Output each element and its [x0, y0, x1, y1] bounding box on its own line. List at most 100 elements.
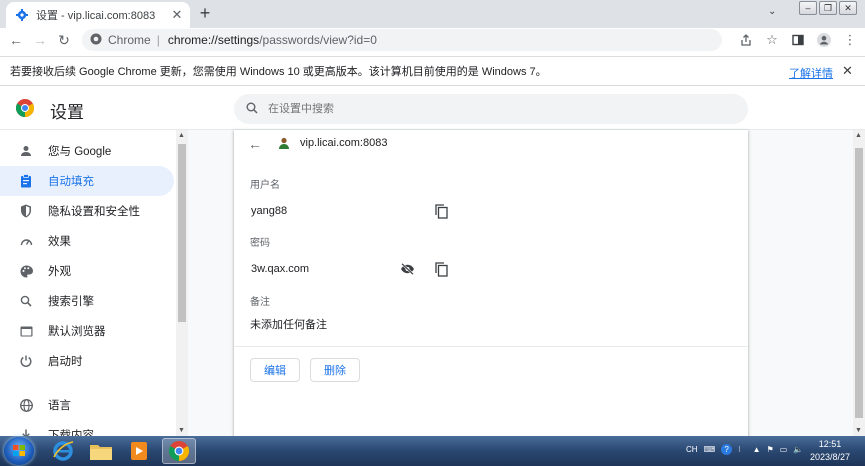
volume-icon[interactable]: 🔈: [793, 445, 803, 454]
delete-button[interactable]: 删除: [310, 358, 360, 382]
menu-kebab-icon[interactable]: ⋮: [839, 30, 861, 50]
start-button[interactable]: [4, 437, 34, 465]
profile-avatar-icon[interactable]: [813, 30, 835, 50]
url-scheme: chrome://: [167, 33, 218, 47]
sidebar-item-on-startup[interactable]: 启动时: [0, 346, 174, 376]
infobar-close-icon[interactable]: ✕: [842, 63, 853, 79]
copy-password-icon[interactable]: [432, 260, 450, 278]
sidebar-item-label: 语言: [48, 400, 71, 412]
password-detail-card: ← vip.licai.com:8083 用户名 yang88 密码 3w.qa…: [234, 130, 748, 436]
scroll-down-arrow-icon[interactable]: ▼: [855, 427, 862, 434]
minimize-button[interactable]: –: [799, 1, 817, 15]
sidebar-scroll-thumb[interactable]: [178, 144, 186, 322]
new-tab-button[interactable]: +: [196, 3, 214, 23]
sidebar-item-privacy[interactable]: 隐私设置和安全性: [0, 196, 174, 226]
reload-icon[interactable]: ↻: [52, 30, 76, 50]
sidebar-item-label: 您与 Google: [48, 146, 112, 158]
update-infobar: 若要接收后续 Google Chrome 更新，您需使用 Windows 10 …: [0, 56, 865, 86]
taskbar-clock[interactable]: 12:51 2023/8/27: [806, 438, 854, 464]
sidebar-item-performance[interactable]: 效果: [0, 226, 174, 256]
settings-search-input[interactable]: [268, 103, 668, 115]
url-host: settings: [217, 33, 260, 47]
sidebar-item-default-browser[interactable]: 默认浏览器: [0, 316, 174, 346]
search-icon: [19, 294, 33, 308]
chrome-logo-icon: [16, 99, 34, 117]
forward-arrow-icon[interactable]: →: [28, 30, 52, 50]
settings-sidebar: 您与 Google 自动填充 隐私设置和安全性 效果 外观 搜索引擎 默认浏览器…: [0, 130, 188, 436]
tab-strip: 设置 - vip.licai.com:8083 ✕ + ⌄ – ❐ ✕: [0, 0, 865, 28]
action-center-flag-icon[interactable]: ⚑: [767, 445, 774, 454]
sidebar-item-search-engine[interactable]: 搜索引擎: [0, 286, 174, 316]
site-favicon-icon: [279, 137, 289, 149]
note-label: 备注: [250, 297, 270, 308]
sidebar-item-label: 自动填充: [48, 176, 94, 188]
restore-button[interactable]: ❐: [819, 1, 837, 15]
sidebar-item-label: 下载内容: [48, 430, 94, 436]
shield-icon: [19, 204, 33, 218]
network-icon[interactable]: ▭: [780, 445, 788, 454]
back-arrow-icon[interactable]: ←: [248, 136, 262, 152]
sidebar-item-label: 默认浏览器: [48, 326, 106, 338]
scroll-up-arrow-icon[interactable]: ▲: [855, 132, 862, 139]
power-icon: [19, 354, 33, 368]
taskbar-media-player-icon[interactable]: [122, 438, 156, 464]
copy-username-icon[interactable]: [432, 202, 450, 220]
sidebar-item-autofill[interactable]: 自动填充: [0, 166, 174, 196]
hide-password-eye-icon[interactable]: [398, 260, 416, 278]
username-label: 用户名: [250, 180, 280, 191]
sidebar-item-label: 隐私设置和安全性: [48, 206, 140, 218]
taskbar-chrome-icon[interactable]: [162, 438, 196, 464]
speedometer-icon: [19, 234, 33, 248]
infobar-message: 若要接收后续 Google Chrome 更新，您需使用 Windows 10 …: [10, 66, 547, 78]
main-scroll-thumb[interactable]: [855, 148, 863, 418]
keyboard-icon[interactable]: ⌨: [704, 445, 716, 454]
clock-date: 2023/8/27: [809, 452, 851, 462]
edit-button[interactable]: 编辑: [250, 358, 300, 382]
input-language[interactable]: CH: [686, 445, 698, 454]
scroll-down-arrow-icon[interactable]: ▼: [178, 427, 185, 434]
settings-main: ← vip.licai.com:8083 用户名 yang88 密码 3w.qa…: [188, 130, 853, 436]
search-icon: [246, 102, 258, 117]
tray-settings-icon[interactable]: ⁝: [738, 445, 741, 454]
taskbar-ie-icon[interactable]: [46, 438, 80, 464]
side-panel-icon[interactable]: [787, 30, 809, 50]
sidebar-item-appearance[interactable]: 外观: [0, 256, 174, 286]
help-icon[interactable]: ?: [721, 444, 733, 455]
settings-header: 设置: [0, 88, 865, 130]
back-arrow-icon[interactable]: ←: [4, 30, 28, 50]
toolbar-actions: ☆ ⋮: [735, 30, 861, 50]
sidebar-item-languages[interactable]: 语言: [0, 390, 174, 420]
browser-toolbar: ← → ↻ Chrome | chrome://settings/passwor…: [0, 28, 865, 52]
sidebar-item-label: 启动时: [48, 356, 83, 368]
address-bar[interactable]: Chrome | chrome://settings/passwords/vie…: [82, 29, 722, 51]
window-controls: – ❐ ✕: [799, 1, 857, 15]
note-value: 未添加任何备注: [250, 319, 327, 331]
bookmark-star-icon[interactable]: ☆: [761, 30, 783, 50]
window-close-button[interactable]: ✕: [839, 1, 857, 15]
password-value[interactable]: 3w.qax.com: [251, 263, 309, 275]
card-divider: [234, 346, 748, 347]
tab-search-chevron-icon[interactable]: ⌄: [768, 6, 776, 17]
sidebar-item-downloads[interactable]: 下载内容: [0, 420, 174, 436]
sidebar-item-label: 外观: [48, 266, 71, 278]
settings-search-box[interactable]: [234, 94, 748, 124]
tab-close-icon[interactable]: ✕: [168, 7, 186, 23]
main-scrollbar[interactable]: ▲ ▼: [853, 130, 865, 436]
taskbar-explorer-icon[interactable]: [84, 438, 118, 464]
chrome-site-icon: [90, 33, 102, 48]
sidebar-scrollbar[interactable]: ▲ ▼: [176, 130, 188, 436]
share-icon[interactable]: [735, 30, 757, 50]
scroll-up-arrow-icon[interactable]: ▲: [178, 132, 185, 139]
learn-more-link[interactable]: 了解详情: [789, 65, 833, 81]
sidebar-item-you-and-google[interactable]: 您与 Google: [0, 136, 174, 166]
show-hidden-icons-icon[interactable]: ▲: [753, 445, 761, 454]
username-value[interactable]: yang88: [251, 205, 287, 217]
settings-gear-icon: [16, 9, 28, 21]
browser-tab[interactable]: 设置 - vip.licai.com:8083 ✕: [6, 2, 190, 28]
windows-logo-icon: [13, 445, 25, 456]
download-icon: [19, 428, 33, 436]
globe-icon: [19, 398, 33, 412]
windows-taskbar: CH ⌨ ? ⁝ ▲ ⚑ ▭ 🔈 12:51 2023/8/27: [0, 436, 865, 466]
clipboard-icon: [19, 174, 33, 188]
person-icon: [19, 144, 33, 158]
